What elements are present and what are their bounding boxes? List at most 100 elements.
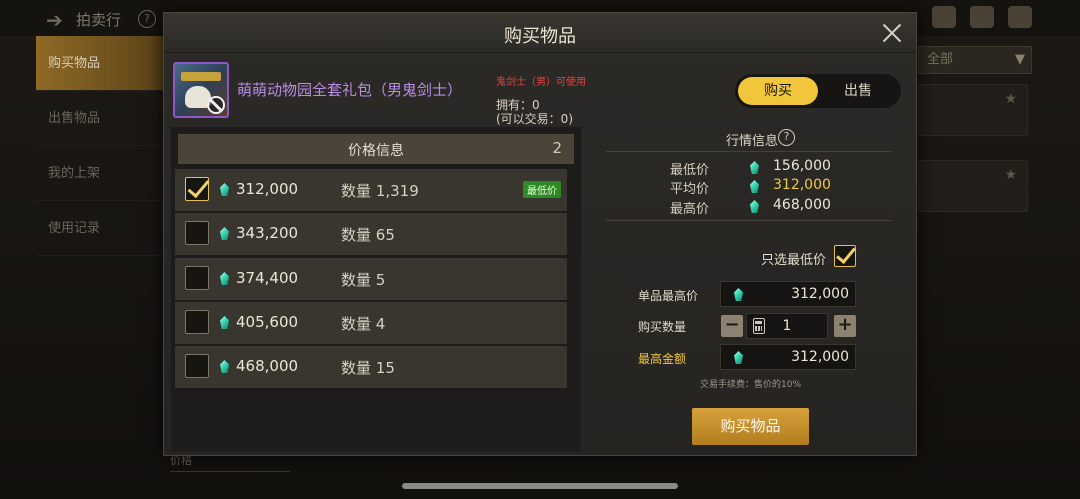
buy-sell-toggle: 购买 出售 [735, 74, 901, 108]
row-price: 374,400 [236, 269, 299, 287]
average-price-label: 平均价 [670, 182, 710, 197]
divider [606, 220, 892, 221]
modal-header: 购买物品 [164, 13, 916, 53]
sidebar-item-sell[interactable]: 出售物品 [36, 91, 164, 146]
decrease-qty-button[interactable]: − [721, 315, 743, 337]
filter-dropdown[interactable]: 全部 ▼ [918, 46, 1032, 74]
item-name: 萌萌动物园全套礼包（男鬼剑士） [237, 81, 463, 99]
gem-icon [219, 359, 230, 374]
highest-price-value: 468,000 [773, 197, 831, 213]
max-unit-price-label: 单品最高价 [638, 289, 699, 303]
tab-buy[interactable]: 购买 [738, 77, 818, 105]
qty-prefix: 数量 [341, 182, 372, 200]
bg-listing-card[interactable]: ★ [918, 160, 1028, 212]
max-total-field[interactable]: 312,000 [720, 344, 856, 370]
price-row[interactable]: 405,600 数量 4 [175, 302, 567, 344]
tab-sell[interactable]: 出售 [818, 77, 898, 105]
help-icon[interactable]: ? [778, 129, 795, 146]
row-qty: 数量 5 [341, 269, 385, 290]
average-price-value: 312,000 [773, 177, 831, 193]
row-checkbox[interactable] [185, 354, 209, 378]
max-total-value: 312,000 [791, 349, 849, 365]
price-row[interactable]: 468,000 数量 15 [175, 346, 567, 388]
gem-icon [749, 160, 760, 175]
row-price: 343,200 [236, 224, 299, 242]
quantity-value: 1 [782, 318, 792, 334]
mail-icon[interactable] [970, 6, 994, 28]
qty-value: 5 [375, 271, 386, 289]
divider [606, 151, 892, 152]
qty-prefix: 数量 [341, 315, 372, 333]
gem-icon [219, 226, 230, 241]
row-price: 468,000 [236, 357, 299, 375]
max-total-label: 最高金额 [638, 352, 687, 366]
qty-value: 15 [375, 359, 395, 377]
item-icon [173, 62, 229, 118]
qty-value: 4 [375, 315, 386, 333]
row-qty: 数量 65 [341, 224, 395, 245]
quantity-stepper[interactable]: 1 [746, 313, 828, 339]
row-qty: 数量 1,319 [341, 180, 419, 201]
row-price: 405,600 [236, 313, 299, 331]
market-info-title: 行情信息 [726, 134, 779, 149]
gem-icon [219, 315, 230, 330]
price-row[interactable]: 374,400 数量 5 [175, 258, 567, 300]
qty-prefix: 数量 [341, 359, 372, 377]
lowest-only-label: 只选最低价 [761, 253, 827, 268]
close-icon[interactable] [880, 21, 904, 45]
qty-value: 65 [375, 226, 395, 244]
gem-icon [219, 271, 230, 286]
gem-icon [733, 287, 744, 302]
qty-prefix: 数量 [341, 226, 372, 244]
gem-icon [219, 182, 230, 197]
shop-icon[interactable] [932, 6, 956, 28]
highest-price-label: 最高价 [670, 202, 710, 217]
quantity-label: 购买数量 [638, 320, 687, 334]
lowest-only-checkbox[interactable] [834, 245, 856, 267]
top-icons [932, 6, 1032, 28]
row-qty: 数量 15 [341, 357, 395, 378]
row-qty: 数量 4 [341, 313, 385, 334]
sidebar: 购买物品 出售物品 我的上架 使用记录 [36, 36, 164, 266]
star-icon[interactable]: ★ [1004, 167, 1017, 183]
back-arrow-icon[interactable]: ➔ [46, 8, 63, 32]
row-price: 312,000 [236, 180, 299, 198]
sidebar-item-my-listings[interactable]: 我的上架 [36, 146, 164, 201]
item-art-banner [181, 72, 221, 81]
chat-icon[interactable] [1008, 6, 1032, 28]
buy-item-modal: 购买物品 萌萌动物园全套礼包（男鬼剑士） 鬼剑士（男）可使用 拥有：0 (可以交… [163, 12, 917, 456]
qty-value: 1,319 [375, 182, 419, 200]
price-list-count: 2 [552, 139, 562, 157]
row-checkbox[interactable] [185, 221, 209, 245]
bg-listing-card[interactable]: ★ [918, 84, 1028, 136]
help-icon[interactable]: ? [138, 10, 156, 28]
sidebar-item-history[interactable]: 使用记录 [36, 201, 164, 256]
ban-icon [207, 96, 225, 114]
class-restriction: 鬼剑士（男）可使用 [496, 77, 586, 88]
qty-prefix: 数量 [341, 271, 372, 289]
star-icon[interactable]: ★ [1004, 91, 1017, 107]
filter-value: 全部 [927, 52, 954, 67]
row-checkbox[interactable] [185, 177, 209, 201]
chevron-down-icon: ▼ [1015, 52, 1025, 67]
price-row[interactable]: 343,200 数量 65 [175, 213, 567, 255]
price-list-title: 价格信息 [348, 143, 404, 159]
gem-icon [749, 199, 760, 214]
gem-icon [733, 350, 744, 365]
price-list-header: 价格信息 2 [178, 134, 574, 164]
increase-qty-button[interactable]: + [834, 315, 856, 337]
lowest-price-label: 最低价 [670, 163, 710, 178]
auction-title: 拍卖行 [76, 11, 122, 29]
max-unit-price-value: 312,000 [791, 286, 849, 302]
row-checkbox[interactable] [185, 310, 209, 334]
buy-item-button[interactable]: 购买物品 [692, 408, 809, 445]
gem-icon [749, 179, 760, 194]
max-unit-price-field[interactable]: 312,000 [720, 281, 856, 307]
sidebar-item-buy[interactable]: 购买物品 [36, 36, 164, 91]
tradable-count: (可以交易：0) [496, 112, 573, 126]
price-row[interactable]: 312,000 数量 1,319 最低价 [175, 169, 567, 211]
home-indicator[interactable] [402, 483, 678, 489]
lowest-price-badge: 最低价 [523, 181, 561, 198]
row-checkbox[interactable] [185, 266, 209, 290]
modal-title: 购买物品 [504, 26, 576, 47]
